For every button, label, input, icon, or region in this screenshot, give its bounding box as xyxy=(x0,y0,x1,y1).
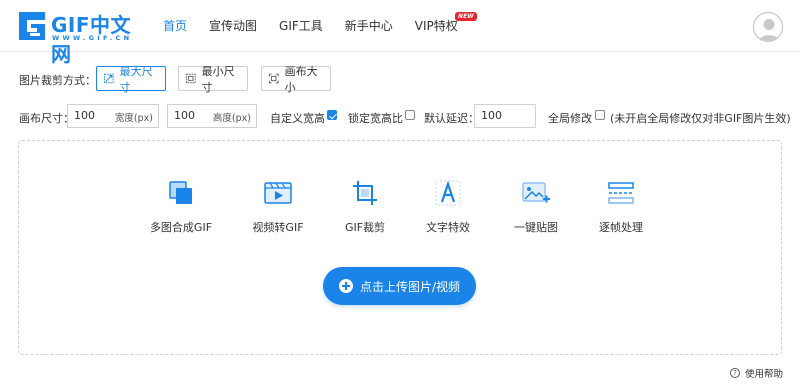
max-size-icon xyxy=(104,73,114,84)
min-size-icon xyxy=(186,73,196,84)
top-header: GIF中文网 WWW.GIF.CN 首页 宣传动图 GIF工具 新手中心 VIP… xyxy=(0,0,800,66)
tool-label: GIF裁剪 xyxy=(344,221,386,234)
plus-circle-icon xyxy=(338,279,353,293)
lock-ratio-label: 锁定宽高比 xyxy=(348,112,403,125)
tool-label: 逐帧处理 xyxy=(599,221,643,234)
tool-multi-image-gif[interactable]: 多图合成GIF xyxy=(141,179,221,239)
logo-subtext: WWW.GIF.CN xyxy=(52,34,133,42)
site-logo[interactable]: GIF中文网 WWW.GIF.CN xyxy=(17,8,142,66)
global-edit-checkbox[interactable] xyxy=(595,110,605,120)
canvas-size-icon xyxy=(269,73,279,84)
crop-max-size-button[interactable]: 最大尺寸 xyxy=(96,65,166,94)
help-label: 使用帮助 xyxy=(745,369,784,380)
crop-icon xyxy=(353,181,377,205)
add-image-icon xyxy=(522,182,550,203)
nav-item-label: 新手中心 xyxy=(344,19,393,33)
tool-frame-by-frame[interactable]: 逐帧处理 xyxy=(581,179,661,239)
nav-item-label: 宣传动图 xyxy=(209,19,258,33)
lock-ratio-checkbox[interactable] xyxy=(405,110,415,120)
global-edit-label: 全局修改 xyxy=(548,112,592,125)
height-unit: 高度(px) xyxy=(212,113,251,124)
multi-image-icon xyxy=(169,181,192,204)
tool-text-effect[interactable]: 文字特效 xyxy=(408,179,488,239)
width-field[interactable]: 100 宽度(px) xyxy=(67,104,159,128)
crop-canvas-size-button[interactable]: 画布大小 xyxy=(261,65,331,94)
nav-item-label: VIP特权 xyxy=(414,19,458,33)
custom-size-checkbox[interactable] xyxy=(327,110,337,120)
question-icon: ? xyxy=(730,368,740,378)
crop-min-size-button[interactable]: 最小尺寸 xyxy=(178,65,248,94)
global-edit-note: (未开启全局修改仅对非GIF图片生效) xyxy=(610,112,791,125)
logo-mark-icon xyxy=(19,12,45,40)
upload-drop-zone[interactable] xyxy=(18,140,782,355)
nav-item-label: GIF工具 xyxy=(279,19,323,33)
width-unit: 宽度(px) xyxy=(114,113,153,124)
custom-size-label: 自定义宽高 xyxy=(270,112,325,125)
tool-one-click-sticker[interactable]: 一键贴图 xyxy=(496,179,576,239)
tool-label: 视频转GIF xyxy=(252,221,304,234)
default-delay-label: 默认延迟： xyxy=(424,112,479,125)
delay-field[interactable]: 100 xyxy=(474,104,536,128)
user-avatar[interactable] xyxy=(753,12,783,42)
nav-item-label: 首页 xyxy=(163,19,188,33)
tool-label: 一键贴图 xyxy=(514,221,558,234)
main-nav: 首页 宣传动图 GIF工具 新手中心 VIP特权 NEW xyxy=(163,0,480,52)
upload-button-label: 点击上传图片/视频 xyxy=(359,279,461,294)
nav-item-home[interactable]: 首页 xyxy=(163,0,187,52)
tool-label: 多图合成GIF xyxy=(149,221,213,234)
nav-item-gif-tools[interactable]: GIF工具 xyxy=(279,0,323,52)
nav-item-promo-gif[interactable]: 宣传动图 xyxy=(209,0,257,52)
upload-button[interactable]: 点击上传图片/视频 xyxy=(323,267,476,305)
crop-mode-label: 图片裁剪方式： xyxy=(19,74,96,87)
tool-video-to-gif[interactable]: 视频转GIF xyxy=(238,179,318,239)
crop-min-size-label: 最小尺寸 xyxy=(201,64,235,94)
canvas-size-label: 画布尺寸： xyxy=(19,112,74,125)
nav-item-newbie-center[interactable]: 新手中心 xyxy=(345,0,393,52)
nav-item-vip[interactable]: VIP特权 NEW xyxy=(414,0,477,52)
height-value: 100 xyxy=(174,109,195,122)
delay-value: 100 xyxy=(481,109,502,122)
tool-label: 文字特效 xyxy=(426,221,470,234)
width-value: 100 xyxy=(74,109,95,122)
help-link[interactable]: ? 使用帮助 xyxy=(730,366,783,380)
text-effect-icon xyxy=(435,180,461,206)
new-badge: NEW xyxy=(455,12,477,21)
frames-icon xyxy=(608,182,634,204)
video-icon xyxy=(264,182,292,204)
crop-max-size-label: 最大尺寸 xyxy=(119,64,153,94)
crop-canvas-size-label: 画布大小 xyxy=(284,64,318,94)
height-field[interactable]: 100 高度(px) xyxy=(167,104,257,128)
tool-gif-crop[interactable]: GIF裁剪 xyxy=(325,179,405,239)
user-avatar-icon xyxy=(758,19,780,41)
